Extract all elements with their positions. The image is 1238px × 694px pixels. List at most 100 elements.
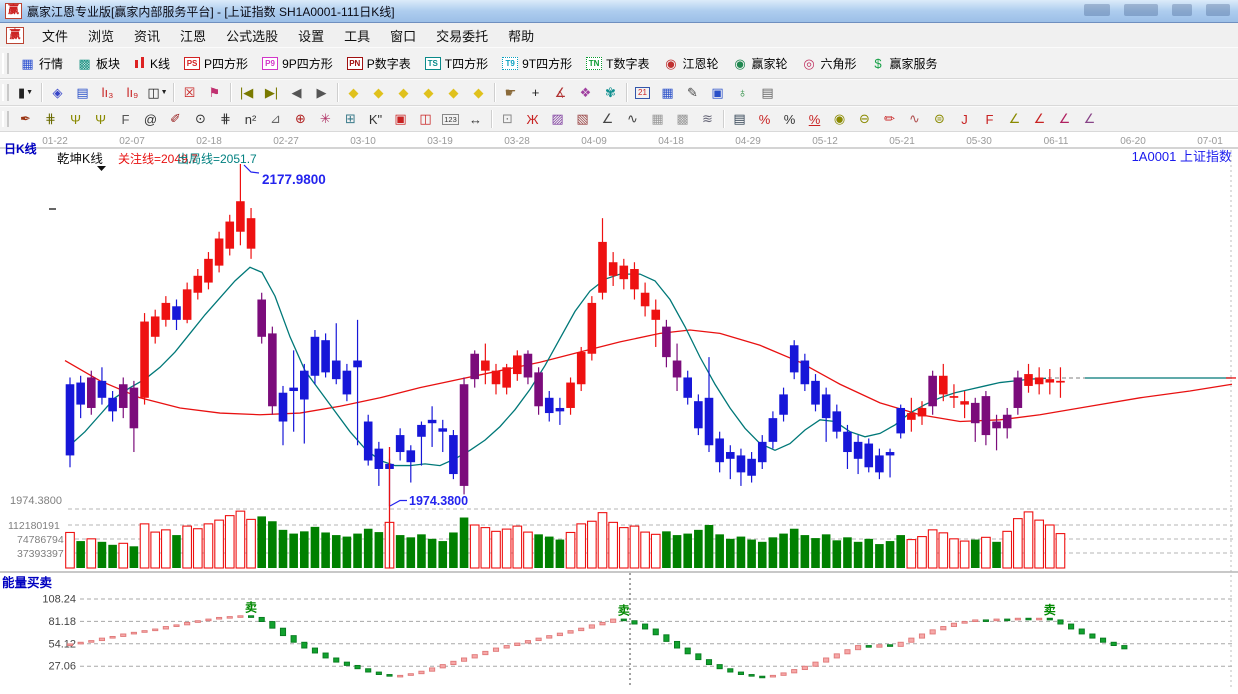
- calculator[interactable]: ▦: [656, 82, 679, 104]
- ying-angle[interactable]: ∠: [1053, 108, 1076, 130]
- 9p-square-button[interactable]: P99P四方形: [255, 49, 340, 78]
- menu-item-6[interactable]: 工具: [334, 24, 380, 47]
- gold-ratio-2[interactable]: Ψ: [89, 108, 112, 130]
- 9t-square-button[interactable]: T99T四方形: [495, 49, 579, 78]
- menu-item-3[interactable]: 江恩: [170, 24, 216, 47]
- box-select[interactable]: ⊡: [496, 108, 519, 130]
- percent[interactable]: %: [778, 108, 801, 130]
- p-table-button[interactable]: PNP数字表: [340, 49, 418, 78]
- zoom-right[interactable]: ◆: [367, 82, 390, 104]
- gold-angle[interactable]: ∠: [1003, 108, 1026, 130]
- menu-item-2[interactable]: 资讯: [124, 24, 170, 47]
- gold-ratio-1[interactable]: Ψ: [64, 108, 87, 130]
- bars-9[interactable]: lı₉: [121, 82, 144, 104]
- gann-wheel-button[interactable]: ◉江恩轮: [656, 49, 725, 78]
- menu-item-1[interactable]: 浏览: [78, 24, 124, 47]
- nav-next[interactable]: ▶: [310, 82, 333, 104]
- window-control-blob[interactable]: [1084, 4, 1110, 16]
- f-angle[interactable]: F: [978, 108, 1001, 130]
- red-pencil[interactable]: ✏: [878, 108, 901, 130]
- h-arrows[interactable]: ↔: [464, 108, 487, 130]
- n-squared[interactable]: n²: [239, 108, 262, 130]
- f-ruler[interactable]: F: [114, 108, 137, 130]
- chevron-down-icon[interactable]: ▼: [26, 89, 33, 96]
- menu-item-8[interactable]: 交易委托: [426, 24, 498, 47]
- chevron-down-icon[interactable]: ▼: [161, 89, 168, 96]
- calendar[interactable]: 21: [631, 82, 654, 104]
- minimize-icon[interactable]: [1172, 4, 1192, 16]
- angle-a[interactable]: ⊿: [264, 108, 287, 130]
- web-square[interactable]: ⊞: [339, 108, 362, 130]
- hatch-tool[interactable]: ≋: [696, 108, 719, 130]
- zoom-reset[interactable]: ◆: [467, 82, 490, 104]
- menu-item-0[interactable]: 文件: [32, 24, 78, 47]
- hand-tool[interactable]: ☛: [499, 82, 522, 104]
- zoom-left[interactable]: ◆: [342, 82, 365, 104]
- spiral-tool[interactable]: ✾: [599, 82, 622, 104]
- formula-box[interactable]: ☒: [178, 82, 201, 104]
- winner-service-button[interactable]: $赢家服务: [864, 49, 945, 78]
- gold-bar[interactable]: ⊖: [853, 108, 876, 130]
- zoom-h-expand[interactable]: ◆: [392, 82, 415, 104]
- nav-last[interactable]: ▶|: [260, 82, 283, 104]
- fan-lines-red[interactable]: Ж: [521, 108, 544, 130]
- bars-3[interactable]: lı₃: [96, 82, 119, 104]
- fan-box-2[interactable]: ▧: [571, 108, 594, 130]
- notepad[interactable]: ✎: [681, 82, 704, 104]
- hexagon-button[interactable]: ◎六角形: [795, 49, 864, 78]
- chart-area[interactable]: 01-2202-0702-1802-2703-1003-1903-2804-09…: [0, 132, 1238, 689]
- menu-item-4[interactable]: 公式选股: [216, 24, 288, 47]
- grid-dot-tool[interactable]: ▩: [671, 108, 694, 130]
- kline-button[interactable]: K线: [127, 49, 177, 78]
- menu-item-5[interactable]: 设置: [288, 24, 334, 47]
- t-square-button[interactable]: TST四方形: [418, 49, 495, 78]
- comb-ruler[interactable]: ⋕: [39, 108, 62, 130]
- flag-tool[interactable]: ⚑: [203, 82, 226, 104]
- k-quote[interactable]: K": [364, 108, 387, 130]
- web-link[interactable]: ♁: [731, 82, 754, 104]
- winner-wheel-button[interactable]: ◉赢家轮: [725, 49, 794, 78]
- zoom-all[interactable]: ◆: [442, 82, 465, 104]
- shen-tool[interactable]: ▣: [389, 108, 412, 130]
- window-controls[interactable]: [1084, 4, 1230, 16]
- window-control-blob[interactable]: [1124, 4, 1158, 16]
- angle-measure[interactable]: ∡: [549, 82, 572, 104]
- f10-notes[interactable]: ▤: [71, 82, 94, 104]
- web-star[interactable]: ✳: [314, 108, 337, 130]
- grid-tool[interactable]: ▦: [646, 108, 669, 130]
- time-compass[interactable]: ⊙: [189, 108, 212, 130]
- ying-tool[interactable]: ◫: [414, 108, 437, 130]
- quotes-button[interactable]: ▦行情: [13, 49, 70, 78]
- wave-box[interactable]: ∿: [903, 108, 926, 130]
- shen-angle[interactable]: ∠: [1028, 108, 1051, 130]
- period-select[interactable]: ▮▼: [14, 82, 37, 104]
- comb-2[interactable]: ⋕: [214, 108, 237, 130]
- circle-cross[interactable]: ⊕: [289, 108, 312, 130]
- candle-style[interactable]: ◫▼: [146, 82, 169, 104]
- mark-tool[interactable]: ❖: [574, 82, 597, 104]
- t-table-button[interactable]: TNT数字表: [579, 49, 656, 78]
- menu-item-9[interactable]: 帮助: [498, 24, 544, 47]
- si-angle[interactable]: ∠: [1078, 108, 1101, 130]
- gann-frame[interactable]: ◈: [46, 82, 69, 104]
- print[interactable]: ▤: [756, 82, 779, 104]
- gold-circle[interactable]: ◉: [828, 108, 851, 130]
- close-icon[interactable]: [1206, 4, 1230, 16]
- save[interactable]: ▣: [706, 82, 729, 104]
- sectors-button[interactable]: ▩板块: [70, 49, 127, 78]
- menu-item-7[interactable]: 窗口: [380, 24, 426, 47]
- nav-first[interactable]: |◀: [235, 82, 258, 104]
- p-square-button[interactable]: PSP四方形: [177, 49, 255, 78]
- fan-box-purple[interactable]: ▨: [546, 108, 569, 130]
- gold-line[interactable]: ⊜: [928, 108, 951, 130]
- j-angle[interactable]: J: [953, 108, 976, 130]
- crosshair-tool[interactable]: +: [524, 82, 547, 104]
- pen-knife[interactable]: ✒: [14, 108, 37, 130]
- ruler-123[interactable]: 123: [439, 108, 462, 130]
- stats-list[interactable]: ▤: [728, 108, 751, 130]
- kline-type-dropdown-icon[interactable]: [97, 166, 106, 171]
- nav-prev[interactable]: ◀: [285, 82, 308, 104]
- pct-slash[interactable]: %: [753, 108, 776, 130]
- zigzag[interactable]: ∿: [621, 108, 644, 130]
- angle-lines[interactable]: ∠: [596, 108, 619, 130]
